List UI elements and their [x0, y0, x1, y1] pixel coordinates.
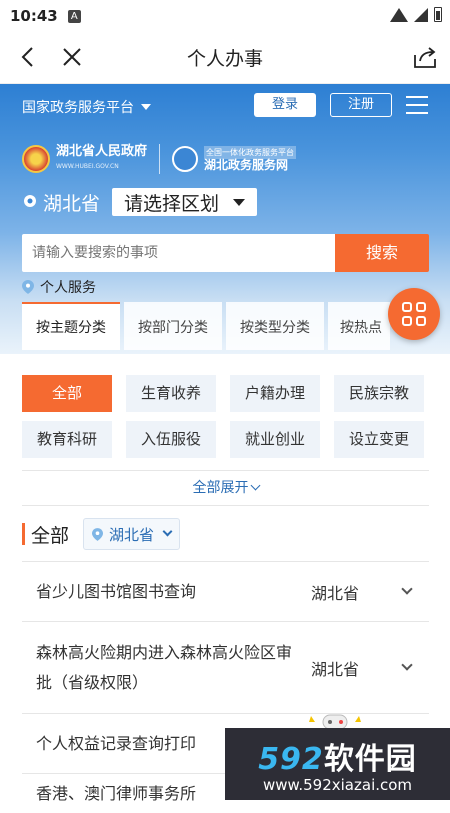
nav-bar: 个人办事	[0, 32, 450, 84]
search-input[interactable]	[22, 234, 335, 272]
signal-icon	[414, 7, 428, 22]
caret-down-icon	[233, 198, 246, 206]
grid-icon	[402, 302, 426, 326]
page-title: 个人办事	[186, 48, 263, 70]
category-item[interactable]: 设立变更	[334, 421, 424, 458]
battery-icon	[434, 7, 442, 22]
tab-theme[interactable]: 按主题分类	[22, 302, 120, 350]
category-grid: 全部 生育收养 户籍办理 民族宗教 教育科研 入伍服役 就业创业 设立变更	[22, 375, 426, 458]
gov-logo-text: 湖北省人民政府 WWW.HUBEI.GOV.CN	[56, 144, 147, 174]
login-button[interactable]: 登录	[254, 93, 316, 117]
menu-icon[interactable]	[406, 96, 428, 118]
service-name: 湖北政务服务网	[204, 158, 289, 172]
status-icons	[390, 7, 442, 22]
list-item[interactable]: 省少儿图书馆图书查询 湖北省	[22, 561, 429, 621]
gov-name: 湖北省人民政府	[56, 144, 148, 159]
expand-all-button[interactable]: 全部展开	[22, 470, 429, 506]
tab-hot[interactable]: 按热点	[328, 302, 390, 350]
category-item[interactable]: 民族宗教	[334, 375, 424, 412]
search-button[interactable]: 搜索	[335, 234, 429, 272]
personal-service-text: 个人服务	[40, 280, 96, 296]
chevron-down-icon[interactable]	[401, 658, 413, 671]
watermark-url: www.592xiazai.com	[262, 776, 413, 794]
service-logo-text: 全国一体化政务服务平台 湖北政务服务网	[204, 146, 297, 172]
watermark-number: 592	[258, 742, 324, 777]
location-filter-label: 湖北省	[109, 525, 155, 544]
list-item[interactable]: 森林高火险期内进入森林高火险区审批（省级权限） 湖北省	[22, 621, 429, 713]
register-button[interactable]: 注册	[330, 93, 392, 117]
back-icon[interactable]	[16, 45, 40, 69]
item-province: 湖北省	[311, 659, 360, 679]
watermark-title: 592软件园	[258, 734, 417, 778]
tab-type[interactable]: 按类型分类	[226, 302, 324, 350]
personal-service-label: 个人服务	[22, 277, 96, 297]
wifi-icon	[390, 7, 408, 22]
platform-selector[interactable]: 国家政务服务平台	[22, 97, 151, 117]
search-bar: 搜索	[22, 234, 429, 272]
chevron-down-icon[interactable]	[401, 582, 413, 595]
item-province: 湖北省	[311, 583, 360, 603]
logo-row: 湖北省人民政府 WWW.HUBEI.GOV.CN 全国一体化政务服务平台 湖北政…	[22, 144, 297, 174]
region-select[interactable]: 请选择区划	[112, 188, 258, 216]
tab-department[interactable]: 按部门分类	[124, 302, 222, 350]
category-all[interactable]: 全部	[22, 375, 112, 412]
watermark-brand: 软件园	[323, 742, 417, 777]
section-header: 全部 湖北省	[22, 518, 181, 550]
chevron-down-icon	[250, 480, 260, 491]
category-item[interactable]: 户籍办理	[230, 375, 320, 412]
location-pin-icon	[92, 527, 104, 541]
chevron-down-icon	[162, 526, 173, 536]
region-row: 湖北省 请选择区划	[22, 188, 258, 216]
category-item[interactable]: 生育收养	[126, 375, 216, 412]
current-province: 湖北省	[43, 192, 101, 215]
national-emblem-icon	[22, 145, 50, 173]
platform-label: 国家政务服务平台	[22, 100, 134, 116]
section-title: 全部	[31, 524, 70, 547]
category-item[interactable]: 就业创业	[230, 421, 320, 458]
region-select-label: 请选择区划	[124, 192, 220, 215]
category-tabs: 按主题分类 按部门分类 按类型分类 按热点	[22, 302, 390, 350]
expand-all-label: 全部展开	[192, 480, 249, 496]
location-pin-icon	[24, 195, 36, 207]
status-bar: 10:43 A	[0, 0, 450, 32]
chevron-down-icon	[141, 104, 151, 110]
item-name: 省少儿图书馆图书查询	[36, 581, 197, 601]
service-logo-icon	[172, 146, 199, 172]
location-pin-icon	[22, 280, 34, 294]
location-filter[interactable]: 湖北省	[83, 518, 181, 550]
share-icon[interactable]	[412, 44, 438, 70]
item-name: 森林高火险期内进入森林高火险区审批（省级权限）	[36, 642, 293, 692]
divider	[159, 144, 161, 174]
gov-url: WWW.HUBEI.GOV.CN	[56, 163, 119, 170]
category-item[interactable]: 教育科研	[22, 421, 112, 458]
status-time: 10:43	[10, 7, 58, 25]
watermark-logo: 592软件园 www.592xiazai.com	[225, 728, 450, 800]
close-icon[interactable]	[60, 45, 84, 69]
hero-banner: 国家政务服务平台 登录 注册 湖北省人民政府 WWW.HUBEI.GOV.CN …	[0, 84, 450, 354]
notification-icon: A	[67, 9, 81, 23]
category-item[interactable]: 入伍服役	[126, 421, 216, 458]
apps-fab-button[interactable]	[388, 288, 440, 340]
section-accent-bar	[22, 523, 25, 545]
